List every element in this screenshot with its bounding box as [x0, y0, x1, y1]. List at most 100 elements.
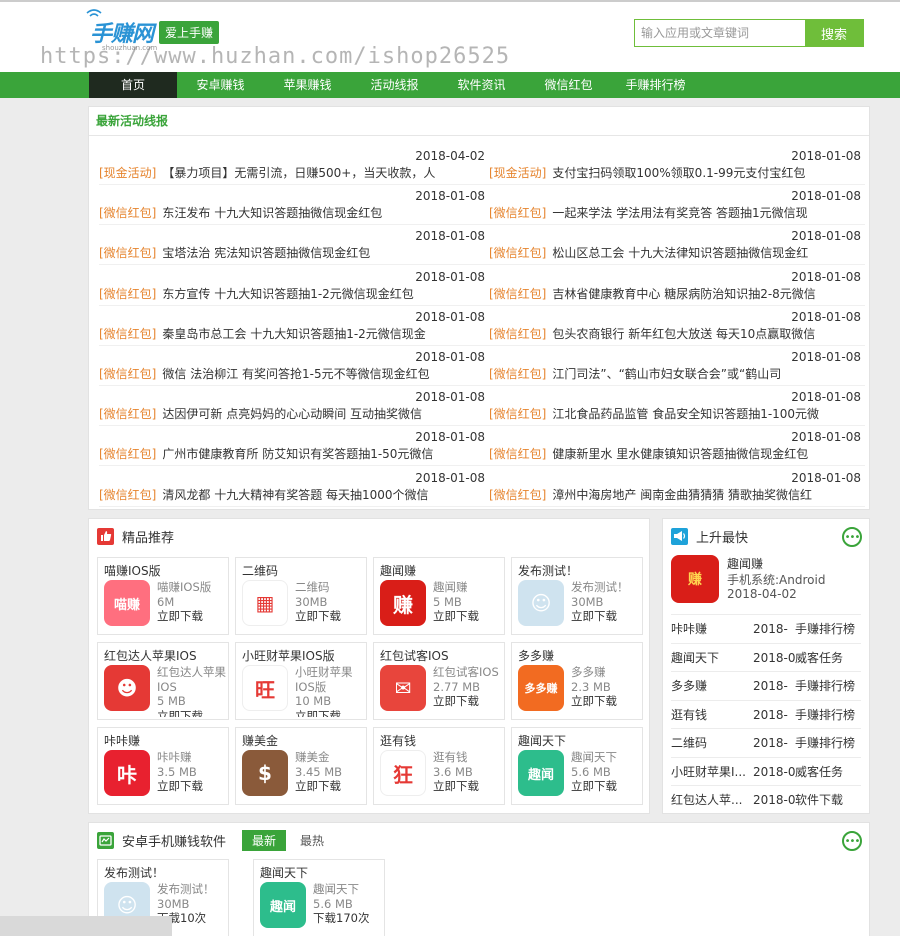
- search-input[interactable]: [635, 20, 805, 46]
- app-name[interactable]: 红包试客IOS: [380, 647, 504, 664]
- download-link[interactable]: 立即下载: [157, 779, 227, 794]
- news-category[interactable]: [微信红包]: [489, 367, 546, 381]
- rising-item-name[interactable]: 小旺财苹果I...: [671, 758, 753, 785]
- news-item[interactable]: 2018-01-08 [微信红包] 江北食品药品监管 食品安全知识答题抽1-100元…: [489, 390, 865, 430]
- news-title-link[interactable]: 微信 法治柳江 有奖问答抢1-5元不等微信现金红包: [162, 367, 429, 381]
- rising-item-name[interactable]: 二维码: [671, 729, 753, 756]
- news-category[interactable]: [微信红包]: [99, 206, 156, 220]
- news-category[interactable]: [微信红包]: [99, 407, 156, 421]
- app-name[interactable]: 多多赚: [518, 647, 642, 664]
- news-category[interactable]: [微信红包]: [99, 246, 156, 260]
- nav-item[interactable]: 软件资讯: [438, 72, 525, 98]
- news-title-link[interactable]: 健康新里水 里水健康镇知识答题抽微信现金红包: [552, 447, 808, 461]
- nav-item[interactable]: 安卓赚钱: [177, 72, 264, 98]
- photo-app-icon[interactable]: ☺: [518, 580, 564, 626]
- news-category[interactable]: [现金活动]: [99, 166, 156, 180]
- app-card[interactable]: 赚美金 $ 赚美金 3.45 MB 立即下载: [235, 727, 367, 805]
- search-button[interactable]: 搜索: [805, 20, 863, 46]
- rising-list-item[interactable]: 二维码 2018- 手赚排行榜: [671, 728, 861, 756]
- nav-item[interactable]: 活动线报: [351, 72, 438, 98]
- rising-item-name[interactable]: 咔咔赚: [671, 615, 753, 642]
- news-app-icon[interactable]: 趣闻: [260, 882, 306, 928]
- download-link[interactable]: 立即下载: [433, 694, 503, 709]
- rising-item-category[interactable]: 手赚排行榜: [795, 615, 861, 642]
- news-item[interactable]: 2018-01-08 [微信红包] 达因伊可新 点亮妈妈的心心动瞬间 互动抽奖微信: [99, 390, 489, 430]
- news-item[interactable]: 2018-01-08 [现金活动] 支付宝扫码领取100%领取0.1-99元支付宝红…: [489, 149, 865, 189]
- news-category[interactable]: [微信红包]: [489, 407, 546, 421]
- news-category[interactable]: [微信红包]: [489, 287, 546, 301]
- news-title-link[interactable]: 包头农商银行 新年红包大放送 每天10点赢取微信: [552, 327, 815, 341]
- news-item[interactable]: 2018-01-08 [微信红包] 包头农商银行 新年红包大放送 每天10点赢取微信: [489, 310, 865, 350]
- news-title-link[interactable]: 一起来学法 学法用法有奖竞答 答题抽1元微信现: [552, 206, 807, 220]
- news-item[interactable]: 2018-01-08 [微信红包] 漳州中海房地产 闽南金曲猜猜猜 猜歌抽奖微信红: [489, 471, 865, 511]
- download-link[interactable]: 立即下载: [571, 779, 641, 794]
- rising-item-name[interactable]: 红包达人苹...: [671, 786, 753, 813]
- rising-item-category[interactable]: 手赚排行榜: [795, 729, 861, 756]
- news-category[interactable]: [微信红包]: [489, 206, 546, 220]
- rising-item-category[interactable]: 手赚排行榜: [795, 701, 861, 728]
- app-card[interactable]: 多多赚 多多赚 多多赚 2.3 MB 立即下载: [511, 642, 643, 720]
- news-category[interactable]: [现金活动]: [489, 166, 546, 180]
- download-link[interactable]: 下载170次: [313, 911, 383, 926]
- duoduo-app-icon[interactable]: 多多赚: [518, 665, 564, 711]
- news-item[interactable]: 2018-01-08 [微信红包] 东方宣传 十九大知识答题抽1-2元微信现金红包: [99, 270, 489, 310]
- qrcode-app-icon[interactable]: ▦: [242, 580, 288, 626]
- news-category[interactable]: [微信红包]: [489, 447, 546, 461]
- news-title-link[interactable]: 宝塔法治 宪法知识答题抽微信现金红包: [162, 246, 370, 260]
- news-item[interactable]: 2018-01-08 [微信红包] 一起来学法 学法用法有奖竞答 答题抽1元微信现: [489, 189, 865, 229]
- bottom-scrollbar[interactable]: [0, 916, 172, 936]
- redpacket-app-icon[interactable]: ✉: [380, 665, 426, 711]
- news-category[interactable]: [微信红包]: [489, 488, 546, 502]
- rising-list-item[interactable]: 多多赚 2018- 手赚排行榜: [671, 671, 861, 699]
- download-link[interactable]: 立即下载: [295, 709, 365, 717]
- app-name[interactable]: 发布测试！: [518, 562, 642, 579]
- coin-app-icon[interactable]: 旺: [242, 665, 288, 711]
- app-name[interactable]: 赚美金: [242, 732, 366, 749]
- app-card[interactable]: 红包试客IOS ✉ 红包试客IOS 2.77 MB 立即下载: [373, 642, 505, 720]
- news-item[interactable]: 2018-01-08 [微信红包] 秦皇岛市总工会 十九大知识答题抽1-2元微信现金: [99, 310, 489, 350]
- rising-list-item[interactable]: 小旺财苹果I...2018-01-威客任务: [671, 756, 861, 785]
- app-name[interactable]: 趣闻天下: [518, 732, 642, 749]
- rising-item-name[interactable]: 多多赚: [671, 672, 753, 699]
- news-category[interactable]: [微信红包]: [99, 327, 156, 341]
- news-category[interactable]: [微信红包]: [99, 447, 156, 461]
- money-bag-app-icon[interactable]: 赚: [380, 580, 426, 626]
- news-title-link[interactable]: 【暴力项目】无需引流，日赚500+，当天收款，人: [162, 166, 435, 180]
- nav-item[interactable]: 手赚排行榜: [612, 72, 699, 98]
- news-title-link[interactable]: 达因伊可新 点亮妈妈的心心动瞬间 互动抽奖微信: [162, 407, 422, 421]
- app-card[interactable]: 趣闻赚赚趣闻赚 5 MB 立即下载: [373, 557, 505, 635]
- nav-item[interactable]: 首页: [89, 72, 177, 98]
- tab-hottest[interactable]: 最热: [300, 832, 324, 849]
- dollar-app-icon[interactable]: $: [242, 750, 288, 796]
- kaka-app-icon[interactable]: 咔: [104, 750, 150, 796]
- app-card[interactable]: 咔咔赚咔咔咔赚 3.5 MB 立即下载: [97, 727, 229, 805]
- app-name[interactable]: 趣闻天下: [260, 864, 384, 881]
- news-item[interactable]: 2018-01-08 [微信红包] 吉林省健康教育中心 糖尿病防治知识抽2-8元微信: [489, 270, 865, 310]
- app-name[interactable]: 红包达人苹果IOS: [104, 647, 228, 664]
- redpacket-man-app-icon[interactable]: ☻: [104, 665, 150, 711]
- app-name[interactable]: 二维码: [242, 562, 366, 579]
- app-card[interactable]: 红包达人苹果IOS ☻ 红包达人苹果IOS 5 MB 立即下载: [97, 642, 229, 720]
- download-link[interactable]: 立即下载: [571, 694, 641, 709]
- more-icon[interactable]: •••: [842, 527, 862, 547]
- nav-item[interactable]: 苹果赚钱: [264, 72, 351, 98]
- app-name[interactable]: 咔咔赚: [104, 732, 228, 749]
- news-item[interactable]: 2018-01-08 [微信红包] 健康新里水 里水健康镇知识答题抽微信现金红包: [489, 430, 865, 470]
- news-category[interactable]: [微信红包]: [99, 488, 156, 502]
- news-category[interactable]: [微信红包]: [489, 246, 546, 260]
- app-card[interactable]: 发布测试！ ☺ 发布测试！ 30MB 立即下载: [511, 557, 643, 635]
- rising-list-item[interactable]: 趣闻天下2018-01-威客任务: [671, 642, 861, 671]
- news-title-link[interactable]: 吉林省健康教育中心 糖尿病防治知识抽2-8元微信: [552, 287, 815, 301]
- app-name[interactable]: 发布测试！: [104, 864, 228, 881]
- nav-item[interactable]: 微信红包: [525, 72, 612, 98]
- app-name[interactable]: 逛有钱: [380, 732, 504, 749]
- rising-item-category[interactable]: 软件下载: [795, 786, 861, 813]
- news-title-link[interactable]: 支付宝扫码领取100%领取0.1-99元支付宝红包: [552, 166, 805, 180]
- news-title-link[interactable]: 广州市健康教育所 防艾知识有奖答题抽1-50元微信: [162, 447, 433, 461]
- app-name[interactable]: 喵赚IOS版: [104, 562, 228, 579]
- news-item[interactable]: 2018-01-08 [微信红包] 清风龙都 十九大精神有奖答题 每天抽1000个微…: [99, 471, 489, 511]
- rising-item-category[interactable]: 手赚排行榜: [795, 672, 861, 699]
- rising-item-category[interactable]: 威客任务: [795, 758, 861, 785]
- news-item[interactable]: 2018-01-08 [微信红包] 松山区总工会 十九大法律知识答题抽微信现金红: [489, 229, 865, 269]
- tab-newest[interactable]: 最新: [242, 829, 287, 851]
